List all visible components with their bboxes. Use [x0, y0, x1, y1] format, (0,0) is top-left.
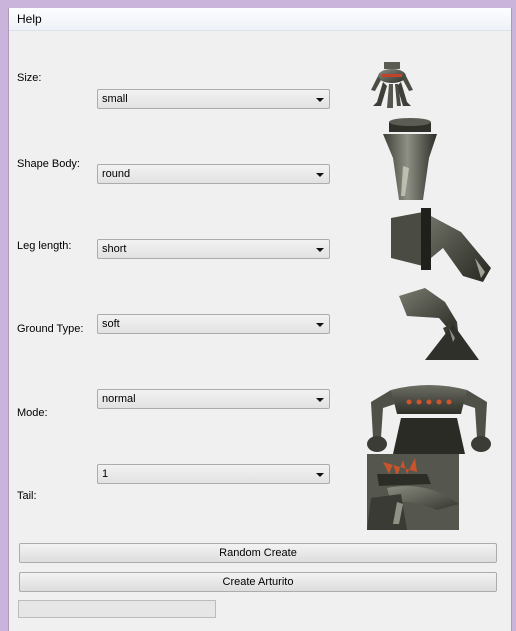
shape-body-select[interactable]: round [97, 164, 330, 184]
chevron-down-icon [316, 398, 324, 402]
mode-preview-image [361, 378, 497, 456]
chevron-down-icon [316, 323, 324, 327]
mode-label: Mode: [17, 407, 48, 419]
progress-bar [18, 600, 216, 618]
mode-select-value: normal [102, 393, 136, 405]
leg-upper-preview-image [387, 208, 493, 286]
size-select[interactable]: small [97, 89, 330, 109]
create-arturito-button[interactable]: Create Arturito [19, 572, 497, 592]
tail-label: Tail: [17, 490, 37, 502]
chevron-down-icon [316, 98, 324, 102]
shape-body-label: Shape Body: [17, 158, 80, 170]
size-label: Size: [17, 72, 42, 84]
ground-type-select-value: soft [102, 318, 120, 330]
leg-length-select-value: short [102, 243, 127, 255]
random-create-button[interactable]: Random Create [19, 543, 497, 563]
leg-lower-preview-image [395, 288, 487, 362]
tail-select[interactable]: 1 [97, 464, 330, 484]
ground-type-select[interactable]: soft [97, 314, 330, 334]
size-select-value: small [102, 93, 128, 105]
tail-preview-image [367, 454, 459, 530]
chevron-down-icon [316, 248, 324, 252]
leg-length-select[interactable]: short [97, 239, 330, 259]
shape-body-select-value: round [102, 168, 131, 180]
leg-length-label: Leg length: [17, 240, 72, 252]
menu-bar: Help [9, 8, 511, 31]
ground-type-label: Ground Type: [17, 323, 84, 335]
tail-select-value: 1 [102, 468, 109, 480]
main-window: Help Size: small Shape Body: round Leg l… [8, 8, 512, 631]
menu-help[interactable]: Help [17, 12, 42, 26]
chevron-down-icon [316, 173, 324, 177]
mode-select[interactable]: normal [97, 389, 330, 409]
chevron-down-icon [316, 473, 324, 477]
robot-preview-image [367, 60, 417, 112]
body-preview-image [379, 116, 439, 206]
